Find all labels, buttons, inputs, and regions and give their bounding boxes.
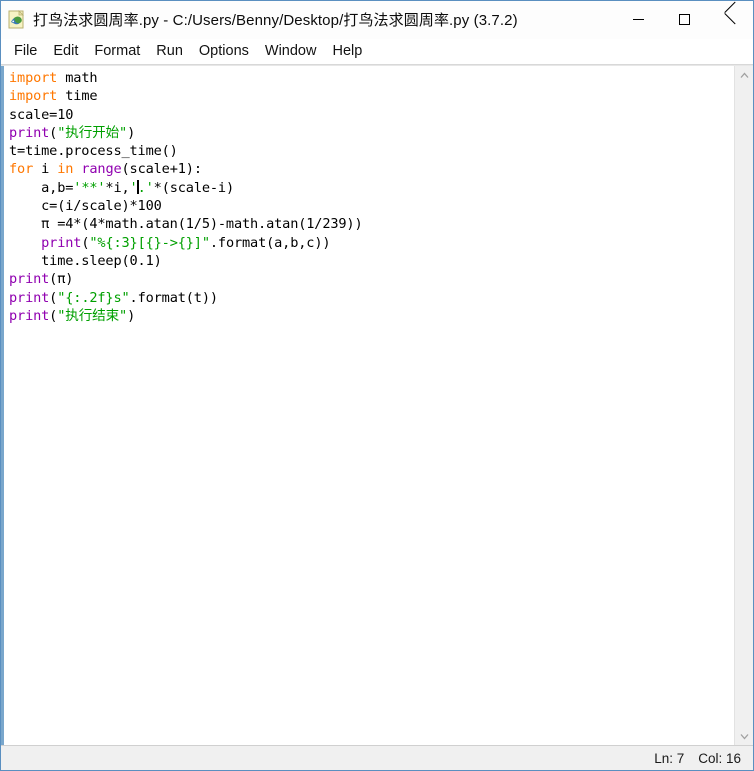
- token-indent-10: [9, 235, 41, 251]
- token-module-time: time: [57, 88, 98, 105]
- vertical-scrollbar[interactable]: [734, 66, 753, 745]
- token-c-assign: c=(i/scale)*100: [9, 198, 162, 215]
- token-keyword-import-2: import: [9, 88, 58, 105]
- code-line-3: scale=10: [9, 107, 73, 123]
- token-mult-i: *i,: [105, 179, 130, 196]
- token-ab-assign: a,b=: [9, 179, 74, 196]
- token-keyword-for: for: [9, 161, 34, 178]
- token-keyword-in: in: [57, 161, 74, 178]
- token-string-dot: '.': [129, 179, 154, 196]
- idle-python-file-icon: [7, 9, 27, 30]
- menu-item-file[interactable]: File: [6, 41, 45, 62]
- token-format-call-13: .format(t)): [129, 289, 219, 306]
- token-builtin-print-13: print: [9, 289, 50, 306]
- token-string-start: "执行开始": [57, 124, 128, 141]
- scrollbar-track[interactable]: [735, 84, 753, 727]
- token-builtin-print-10: print: [41, 234, 82, 251]
- token-format-call-10: .format(a,b,c)): [209, 234, 331, 251]
- code-line-12: print(π): [9, 271, 73, 287]
- status-column-number: Col: 16: [698, 750, 741, 766]
- status-line-number: Ln: 7: [654, 750, 685, 766]
- window-title: 打鸟法求圆周率.py - C:/Users/Benny/Desktop/打鸟法求…: [33, 12, 518, 29]
- code-line-6: for i in range(scale+1):: [9, 161, 202, 177]
- token-range-args: (scale+1):: [121, 161, 202, 178]
- token-assign-scale: scale=10: [9, 106, 74, 123]
- code-line-11: time.sleep(0.1): [9, 253, 162, 269]
- token-mult-scale: *(scale-i): [153, 179, 234, 196]
- menu-item-options[interactable]: Options: [191, 41, 257, 62]
- token-keyword-import: import: [9, 70, 58, 86]
- token-string-seconds: "{:.2f}s": [57, 289, 130, 306]
- maximize-button[interactable]: [661, 1, 707, 38]
- token-time-sleep: time.sleep(0.1): [9, 252, 162, 269]
- token-print-pi: (π): [49, 271, 74, 288]
- code-line-8: c=(i/scale)*100: [9, 198, 162, 214]
- code-line-2: import time: [9, 88, 98, 105]
- code-line-13: print("{:.2f}s".format(t)): [9, 290, 218, 306]
- token-builtin-range: range: [81, 161, 122, 178]
- code-line-9: π =4*(4*math.atan(1/5)-math.atan(1/239)): [9, 216, 363, 232]
- menu-item-window[interactable]: Window: [257, 41, 325, 62]
- code-line-7: a,b='**'*i,'.'*(scale-i): [9, 179, 234, 196]
- token-string-format-bar: "%{:3}[{}->{}]": [89, 234, 210, 251]
- idle-editor-window: 打鸟法求圆周率.py - C:/Users/Benny/Desktop/打鸟法求…: [0, 0, 754, 771]
- code-line-5: t=time.process_time(): [9, 143, 178, 159]
- token-builtin-print-12: print: [9, 271, 50, 288]
- token-paren-close-14: ): [127, 307, 136, 324]
- editor-area: import math import time scale=10 print("…: [1, 65, 753, 745]
- code-line-14: print("执行结束"): [9, 308, 135, 324]
- minimize-icon: [632, 19, 644, 20]
- token-paren-open-13: (: [49, 289, 58, 306]
- code-text-area[interactable]: import math import time scale=10 print("…: [4, 66, 734, 745]
- token-module-math: math: [57, 70, 98, 86]
- close-button[interactable]: [707, 1, 753, 38]
- menu-item-help[interactable]: Help: [324, 41, 370, 62]
- code-line-10: print("%{:3}[{}->{}]".format(a,b,c)): [9, 235, 330, 251]
- token-loop-var: i: [33, 161, 58, 178]
- chevron-down-icon[interactable]: [735, 727, 753, 745]
- token-builtin-print: print: [9, 124, 50, 141]
- token-string-end: "执行结束": [57, 307, 128, 324]
- chevron-up-icon[interactable]: [735, 66, 753, 84]
- status-bar: Ln: 7 Col: 16: [1, 745, 753, 770]
- maximize-icon: [678, 14, 690, 25]
- token-process-time: t=time.process_time(): [9, 143, 178, 160]
- token-pi-formula: π =4*(4*math.atan(1/5)-math.atan(1/239)): [9, 216, 363, 233]
- menu-item-run[interactable]: Run: [148, 41, 191, 62]
- menu-item-format[interactable]: Format: [86, 41, 148, 62]
- code-line-1: import math: [9, 70, 98, 86]
- code-line-4: print("执行开始"): [9, 125, 135, 141]
- token-paren-open-4: (: [49, 124, 58, 141]
- token-paren-open-14: (: [49, 307, 58, 324]
- minimize-button[interactable]: [615, 1, 661, 38]
- menu-bar: File Edit Format Run Options Window Help: [1, 39, 753, 65]
- menu-item-edit[interactable]: Edit: [45, 41, 86, 62]
- token-builtin-print-14: print: [9, 307, 50, 324]
- window-controls: [615, 1, 753, 38]
- token-paren-close-4: ): [127, 124, 136, 141]
- title-bar[interactable]: 打鸟法求圆周率.py - C:/Users/Benny/Desktop/打鸟法求…: [1, 1, 753, 39]
- token-string-stars: '**': [73, 179, 106, 196]
- text-cursor: [136, 179, 139, 194]
- close-icon: [724, 13, 737, 26]
